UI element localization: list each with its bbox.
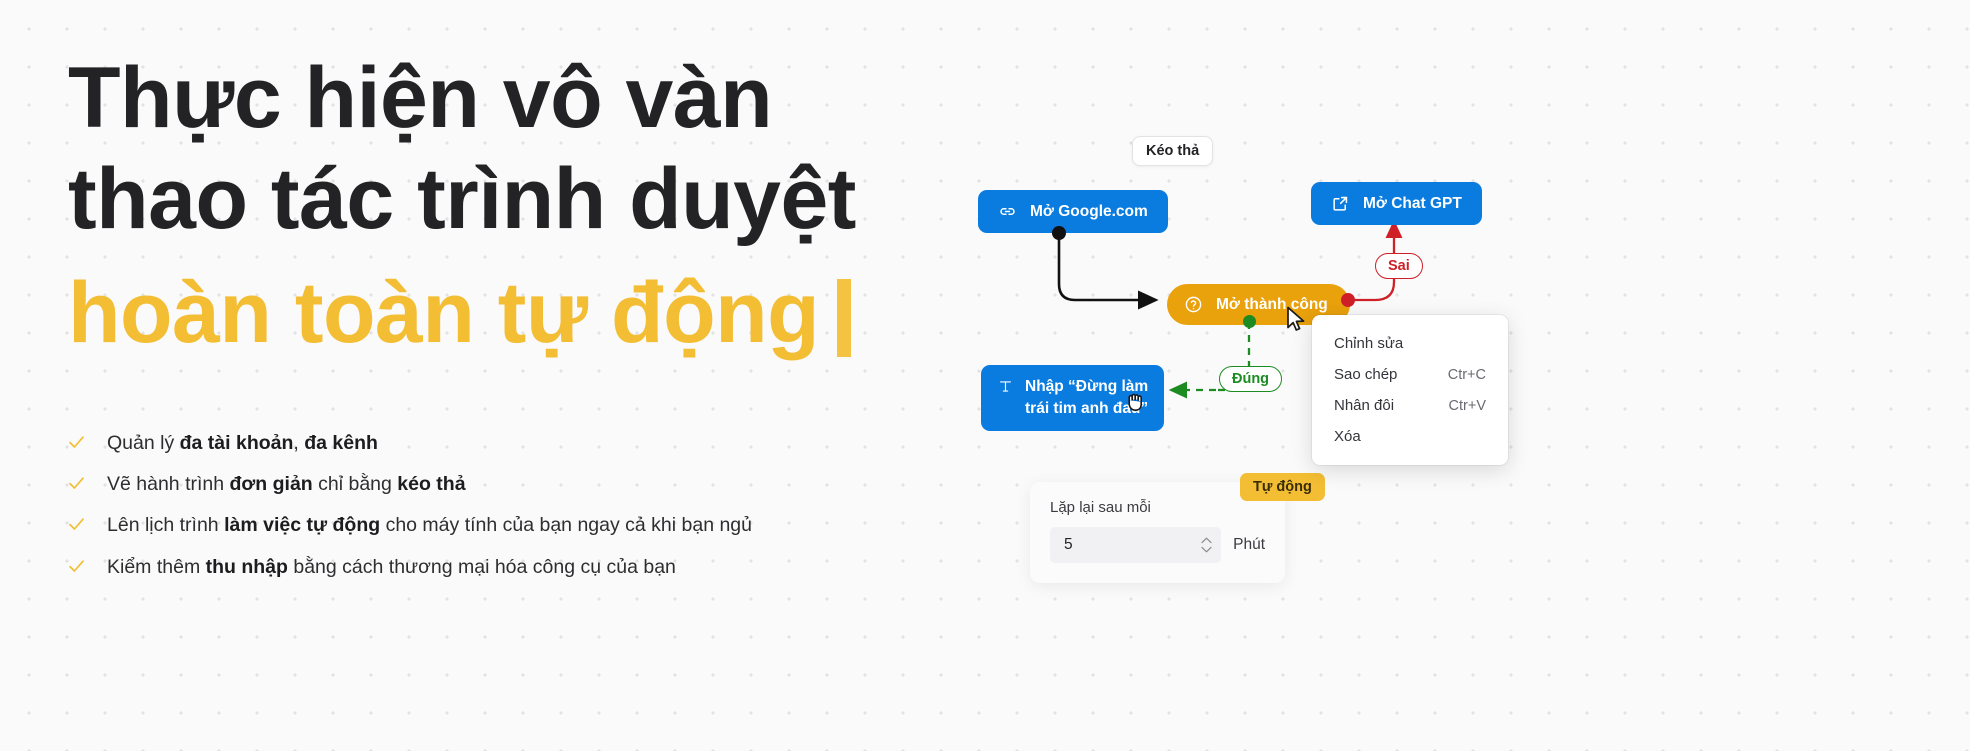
menu-item-edit[interactable]: Chỉnh sửa	[1312, 328, 1508, 359]
external-link-icon	[1331, 194, 1350, 213]
connector-dot-error[interactable]	[1341, 293, 1355, 307]
page-title: Thực hiện vô vàn thao tác trình duyệt ho…	[68, 48, 948, 364]
badge-wrong[interactable]: Sai	[1375, 253, 1423, 279]
list-item: Vẽ hành trình đơn giản chỉ bằng kéo thả	[68, 469, 968, 499]
list-item-label: Lên lịch trình làm việc tự động cho máy …	[107, 514, 752, 537]
heading-line-3-row: hoàn toàn tự động	[68, 263, 948, 364]
menu-item-label: Xóa	[1334, 428, 1361, 445]
schedule-unit-label: Phút	[1233, 536, 1265, 553]
list-item: Lên lịch trình làm việc tự động cho máy …	[68, 510, 968, 540]
stepper-arrows[interactable]	[1201, 537, 1212, 553]
list-item-label: Vẽ hành trình đơn giản chỉ bằng kéo thả	[107, 473, 466, 496]
context-menu[interactable]: Chỉnh sửa Sao chép Ctr+C Nhân đôi Ctr+V …	[1312, 315, 1508, 465]
menu-item-copy[interactable]: Sao chép Ctr+C	[1312, 359, 1508, 390]
schedule-input-row: 5 Phút	[1050, 527, 1265, 563]
check-icon	[68, 475, 85, 492]
heading-line-1: Thực hiện vô vàn	[68, 50, 773, 146]
badge-automatic: Tự động	[1240, 473, 1325, 501]
mouse-pointer-icon	[1286, 306, 1307, 338]
question-circle-icon	[1184, 295, 1203, 314]
badge-correct[interactable]: Đúng	[1219, 366, 1283, 392]
check-icon	[68, 434, 85, 451]
chevron-up-icon	[1201, 537, 1212, 544]
feature-bullet-list: Quản lý đa tài khoản, đa kênh Vẽ hành tr…	[68, 428, 968, 593]
node-label: Mở Google.com	[1030, 202, 1148, 220]
hero-text-block: Thực hiện vô vàn thao tác trình duyệt ho…	[68, 48, 948, 364]
menu-item-label: Nhân đôi	[1334, 397, 1395, 414]
connector-dot-google[interactable]	[1052, 226, 1066, 240]
link-icon	[998, 202, 1017, 221]
list-item: Kiểm thêm thu nhập bằng cách thương mại …	[68, 552, 968, 582]
node-open-chatgpt[interactable]: Mở Chat GPT	[1311, 182, 1482, 225]
list-item: Quản lý đa tài khoản, đa kênh	[68, 428, 968, 458]
menu-item-duplicate[interactable]: Nhân đôi Ctr+V	[1312, 390, 1508, 421]
typing-caret	[837, 278, 852, 357]
badge-drag-drop: Kéo thả	[1132, 136, 1214, 166]
menu-item-label: Chỉnh sửa	[1334, 335, 1404, 352]
repeat-interval-value: 5	[1064, 536, 1073, 553]
node-open-google[interactable]: Mở Google.com	[978, 190, 1168, 233]
connector-dot-success[interactable]	[1243, 315, 1256, 328]
repeat-interval-input[interactable]: 5	[1050, 527, 1222, 563]
schedule-label: Lặp lại sau mỗi	[1050, 499, 1151, 516]
list-item-label: Kiểm thêm thu nhập bằng cách thương mại …	[107, 555, 676, 578]
heading-line-3: hoàn toàn tự động	[68, 264, 820, 361]
list-item-label: Quản lý đa tài khoản, đa kênh	[107, 432, 378, 454]
check-icon	[68, 558, 85, 575]
heading-line-2: thao tác trình duyệt	[68, 151, 856, 248]
menu-item-delete[interactable]: Xóa	[1312, 421, 1508, 452]
menu-item-shortcut: Ctr+C	[1447, 366, 1486, 383]
text-icon	[997, 378, 1014, 395]
node-label: Mở Chat GPT	[1363, 194, 1462, 212]
grab-hand-icon	[1125, 388, 1148, 417]
workflow-canvas[interactable]: Mở Google.com Mở Chat GPT Mở thành công	[960, 0, 1970, 751]
menu-item-shortcut: Ctr+V	[1448, 397, 1486, 414]
node-label: Mở thành công	[1216, 295, 1328, 313]
check-icon	[68, 516, 85, 533]
chevron-down-icon	[1201, 546, 1212, 553]
menu-item-label: Sao chép	[1334, 366, 1398, 383]
